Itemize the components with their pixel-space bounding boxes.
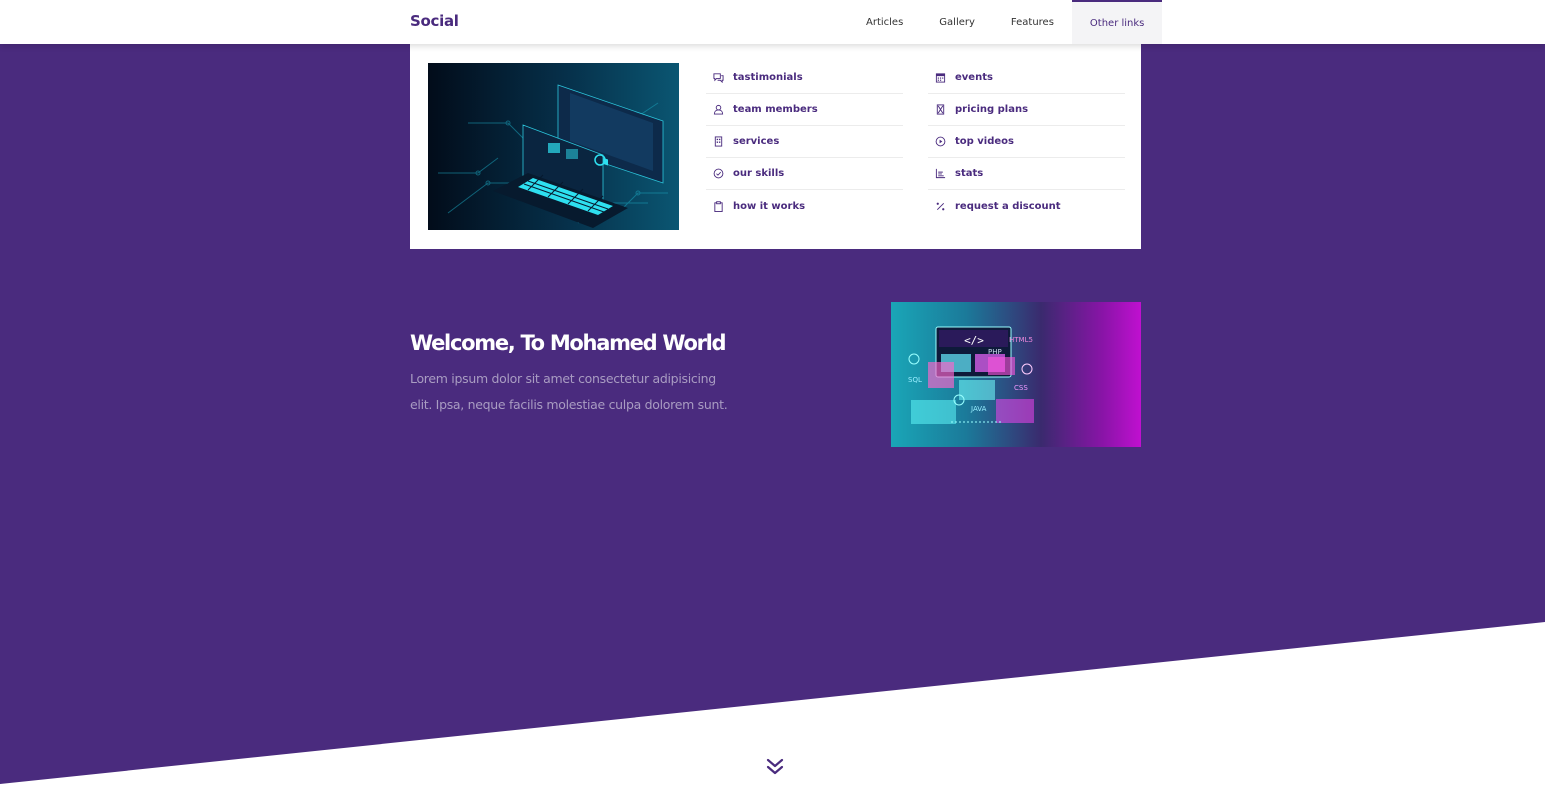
menu-link-label: stats <box>955 168 984 179</box>
menu-link-label: team members <box>733 104 818 115</box>
logo[interactable]: Social <box>410 12 459 30</box>
mega-menu-image <box>428 63 679 230</box>
laptop-illustration <box>438 84 668 228</box>
hourglass-icon <box>936 104 945 115</box>
menu-link-label: services <box>733 136 780 147</box>
bar-chart-icon <box>935 168 946 179</box>
menu-link-label: request a discount <box>955 200 1061 212</box>
menu-link-label: tastimonials <box>733 72 803 83</box>
play-circle-icon <box>935 136 946 147</box>
coding-illustration: </> HTML5 PHP SQL CSS JAVA <box>908 326 1034 424</box>
menu-link-services[interactable]: services <box>706 126 903 158</box>
menu-link-how-it-works[interactable]: how it works <box>706 190 903 222</box>
clipboard-icon <box>714 200 723 212</box>
menu-link-stats[interactable]: stats <box>928 158 1125 190</box>
html5-label: HTML5 <box>1009 336 1033 344</box>
double-chevron-down-icon <box>766 758 784 775</box>
menu-link-label: top videos <box>955 136 1014 147</box>
php-label: PHP <box>988 348 1002 356</box>
java-label: JAVA <box>970 405 987 413</box>
hero-title: Welcome, To Mohamed World <box>410 331 727 355</box>
menu-link-testimonials[interactable]: tastimonials <box>706 62 903 94</box>
building-icon <box>714 136 723 147</box>
check-circle-icon <box>713 168 724 179</box>
mega-menu-column-2: events pricing plans top videos stats re… <box>928 62 1125 222</box>
code-tag-label: </> <box>964 334 984 347</box>
mega-menu: tastimonials team members services our s… <box>410 44 1141 251</box>
menu-link-events[interactable]: events <box>928 62 1125 94</box>
menu-link-label: our skills <box>733 168 785 179</box>
percent-icon <box>936 202 945 210</box>
menu-link-team-members[interactable]: team members <box>706 94 903 126</box>
nav-gallery[interactable]: Gallery <box>921 0 993 44</box>
menu-link-top-videos[interactable]: top videos <box>928 126 1125 158</box>
nav-other-links[interactable]: Other links <box>1071 0 1163 44</box>
menu-link-label: how it works <box>733 200 806 212</box>
calendar-icon <box>935 73 946 83</box>
nav-articles[interactable]: Articles <box>848 0 921 44</box>
chat-icon <box>713 73 724 83</box>
css-label: CSS <box>1014 384 1028 392</box>
hero-image: </> HTML5 PHP SQL CSS JAVA <box>891 302 1141 447</box>
menu-link-our-skills[interactable]: our skills <box>706 158 903 190</box>
menu-link-label: pricing plans <box>955 104 1029 115</box>
scroll-down-button[interactable] <box>764 756 786 778</box>
nav-features[interactable]: Features <box>993 0 1072 44</box>
mega-menu-column-1: tastimonials team members services our s… <box>706 62 903 222</box>
menu-link-pricing-plans[interactable]: pricing plans <box>928 94 1125 126</box>
site-header: Social Articles Gallery Features Other l… <box>0 0 1545 44</box>
menu-link-label: events <box>955 72 993 83</box>
user-icon <box>713 104 724 115</box>
hero-text: Lorem ipsum dolor sit amet consectetur a… <box>410 371 728 412</box>
main-nav: Articles Gallery Features Other links <box>848 0 1163 44</box>
sql-label: SQL <box>908 376 922 384</box>
menu-link-request-discount[interactable]: request a discount <box>928 190 1125 222</box>
